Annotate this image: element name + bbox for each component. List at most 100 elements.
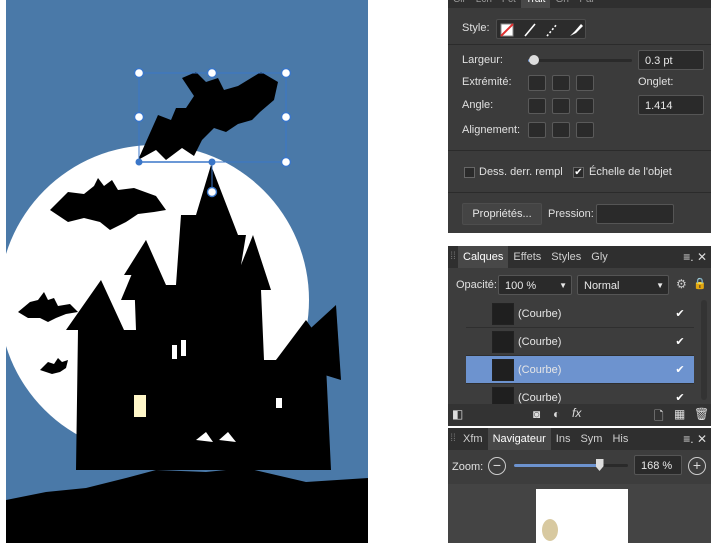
tab-lch[interactable]: Lch [471, 0, 497, 8]
solid-line-icon [524, 23, 536, 37]
castle-window [181, 340, 186, 356]
align-center-icon[interactable] [552, 122, 570, 138]
properties-button[interactable]: Propriétés... [462, 203, 542, 225]
gear-icon[interactable]: ⚙ [676, 277, 687, 291]
panel-menu-icon[interactable]: ≡. [683, 250, 693, 264]
tab-pal[interactable]: Pal [574, 0, 598, 8]
layer-row[interactable]: (Courbe) ✔ [466, 356, 694, 384]
tab-fct[interactable]: Fct [497, 0, 521, 8]
egg-thumbnail-icon [542, 519, 558, 541]
layer-row[interactable]: (Courbe) ✔ [466, 328, 694, 356]
close-icon[interactable]: ✕ [697, 250, 707, 264]
layers-footer: ◧ ◙ ◐ fx 🗋 ▦ 🗑 [448, 404, 711, 426]
angle-label: Angle: [462, 99, 494, 111]
castle-window [276, 398, 282, 408]
selection-handle[interactable] [280, 67, 292, 79]
layers-scrollbar[interactable] [701, 300, 707, 400]
tab-styles[interactable]: Styles [546, 246, 586, 268]
layer-thumbnail [492, 359, 514, 381]
round-join-icon[interactable] [552, 98, 570, 114]
layer-row[interactable]: (Courbe) ✔ [466, 300, 694, 328]
tab-glyphs[interactable]: Gly [586, 246, 613, 268]
blend-mode-select[interactable]: Normal ▼ [577, 275, 669, 295]
close-icon[interactable]: ✕ [697, 432, 707, 446]
round-cap-icon[interactable] [552, 75, 570, 91]
selection-handle[interactable] [280, 111, 292, 123]
align-outside-icon[interactable] [576, 122, 594, 138]
layer-name: (Courbe) [518, 336, 562, 348]
divider [448, 44, 711, 45]
tab-grf[interactable]: Grf [550, 0, 574, 8]
selection-node[interactable] [135, 158, 143, 166]
tab-clr[interactable]: Clr [448, 0, 471, 8]
cap-label: Extrémité: [462, 76, 512, 88]
pressure-label: Pression: [548, 208, 594, 220]
chevron-down-icon: ▼ [656, 281, 664, 290]
opacity-field[interactable]: 100 % ▼ [498, 275, 572, 295]
opacity-value: 100 % [505, 280, 537, 292]
tab-transform[interactable]: Xfm [458, 428, 488, 450]
layer-name: (Courbe) [518, 392, 562, 404]
style-label: Style: [462, 22, 490, 34]
fx-icon[interactable]: fx [572, 406, 581, 420]
rotation-handle[interactable] [206, 186, 218, 198]
layer-visibility-checkbox[interactable]: ✔ [674, 364, 686, 376]
zoom-field[interactable]: 168 % [634, 455, 682, 475]
tab-info[interactable]: Ins [551, 428, 576, 450]
castle-window [134, 395, 146, 417]
align-label: Alignement: [462, 124, 521, 136]
miter-field[interactable]: 1.414 [638, 95, 704, 115]
lock-icon[interactable]: 🔒 [693, 277, 707, 290]
trash-icon[interactable]: 🗑 [694, 407, 709, 421]
width-field[interactable]: 0.3 pt [638, 50, 704, 70]
selection-handle[interactable] [133, 67, 145, 79]
butt-cap-icon[interactable] [528, 75, 546, 91]
navigator-tabbar: ⁞⁞ Xfm Navigateur Ins Sym His ≡. ✕ [448, 428, 711, 450]
zoom-slider-knob[interactable] [595, 459, 604, 471]
tab-navigator[interactable]: Navigateur [487, 428, 551, 450]
miter-join-icon[interactable] [528, 98, 546, 114]
navigator-preview[interactable] [448, 484, 711, 543]
panel-grip-icon[interactable]: ⁞⁞ [448, 246, 458, 268]
scale-checkbox[interactable]: ✔ [573, 167, 584, 178]
new-layer-icon[interactable]: 🗋 [654, 407, 664, 428]
tab-effects[interactable]: Effets [508, 246, 546, 268]
zoom-slider[interactable] [514, 459, 628, 471]
document-canvas[interactable] [0, 0, 372, 543]
layer-visibility-checkbox[interactable]: ✔ [674, 308, 686, 320]
tab-history[interactable]: His [607, 428, 633, 450]
divider [448, 192, 711, 193]
divider [448, 150, 711, 151]
square-cap-icon[interactable] [576, 75, 594, 91]
castle-window [172, 345, 177, 359]
layers-panel: ⁞⁞ Calques Effets Styles Gly ≡. ✕ Opacit… [448, 246, 711, 426]
tab-layers[interactable]: Calques [458, 246, 509, 268]
layers-stack-icon[interactable]: ◧ [452, 407, 463, 421]
layer-visibility-checkbox[interactable]: ✔ [674, 336, 686, 348]
layer-visibility-checkbox[interactable]: ✔ [674, 392, 686, 404]
panel-grip-icon[interactable]: ⁞⁞ [448, 428, 458, 450]
width-label: Largeur: [462, 54, 503, 66]
selection-handle[interactable] [206, 67, 218, 79]
mask-icon[interactable]: ◙ [533, 407, 540, 421]
selection-handle[interactable] [133, 111, 145, 123]
zoom-in-icon[interactable]: + [688, 457, 706, 475]
tab-symbols[interactable]: Sym [575, 428, 607, 450]
width-slider[interactable] [528, 55, 632, 65]
pressure-graph[interactable] [596, 204, 674, 224]
selection-handle[interactable] [280, 156, 292, 168]
tab-stroke[interactable]: Trait [520, 0, 551, 8]
zoom-out-icon[interactable]: − [488, 457, 506, 475]
behind-fill-checkbox[interactable] [464, 167, 475, 178]
bevel-join-icon[interactable] [576, 98, 594, 114]
halloween-artboard[interactable] [6, 0, 368, 543]
behind-fill-label: Dess. derr. rempl [479, 166, 563, 178]
width-slider-knob[interactable] [529, 55, 540, 65]
pixel-layer-icon[interactable]: ▦ [674, 407, 685, 421]
align-inside-icon[interactable] [528, 122, 546, 138]
navigator-panel: ⁞⁞ Xfm Navigateur Ins Sym His ≡. ✕ Zoom:… [448, 428, 711, 543]
panel-menu-icon[interactable]: ≡. [683, 432, 693, 446]
brush-icon [570, 24, 583, 36]
adjustment-icon[interactable]: ◐ [553, 407, 560, 421]
chevron-down-icon: ▼ [559, 281, 567, 290]
